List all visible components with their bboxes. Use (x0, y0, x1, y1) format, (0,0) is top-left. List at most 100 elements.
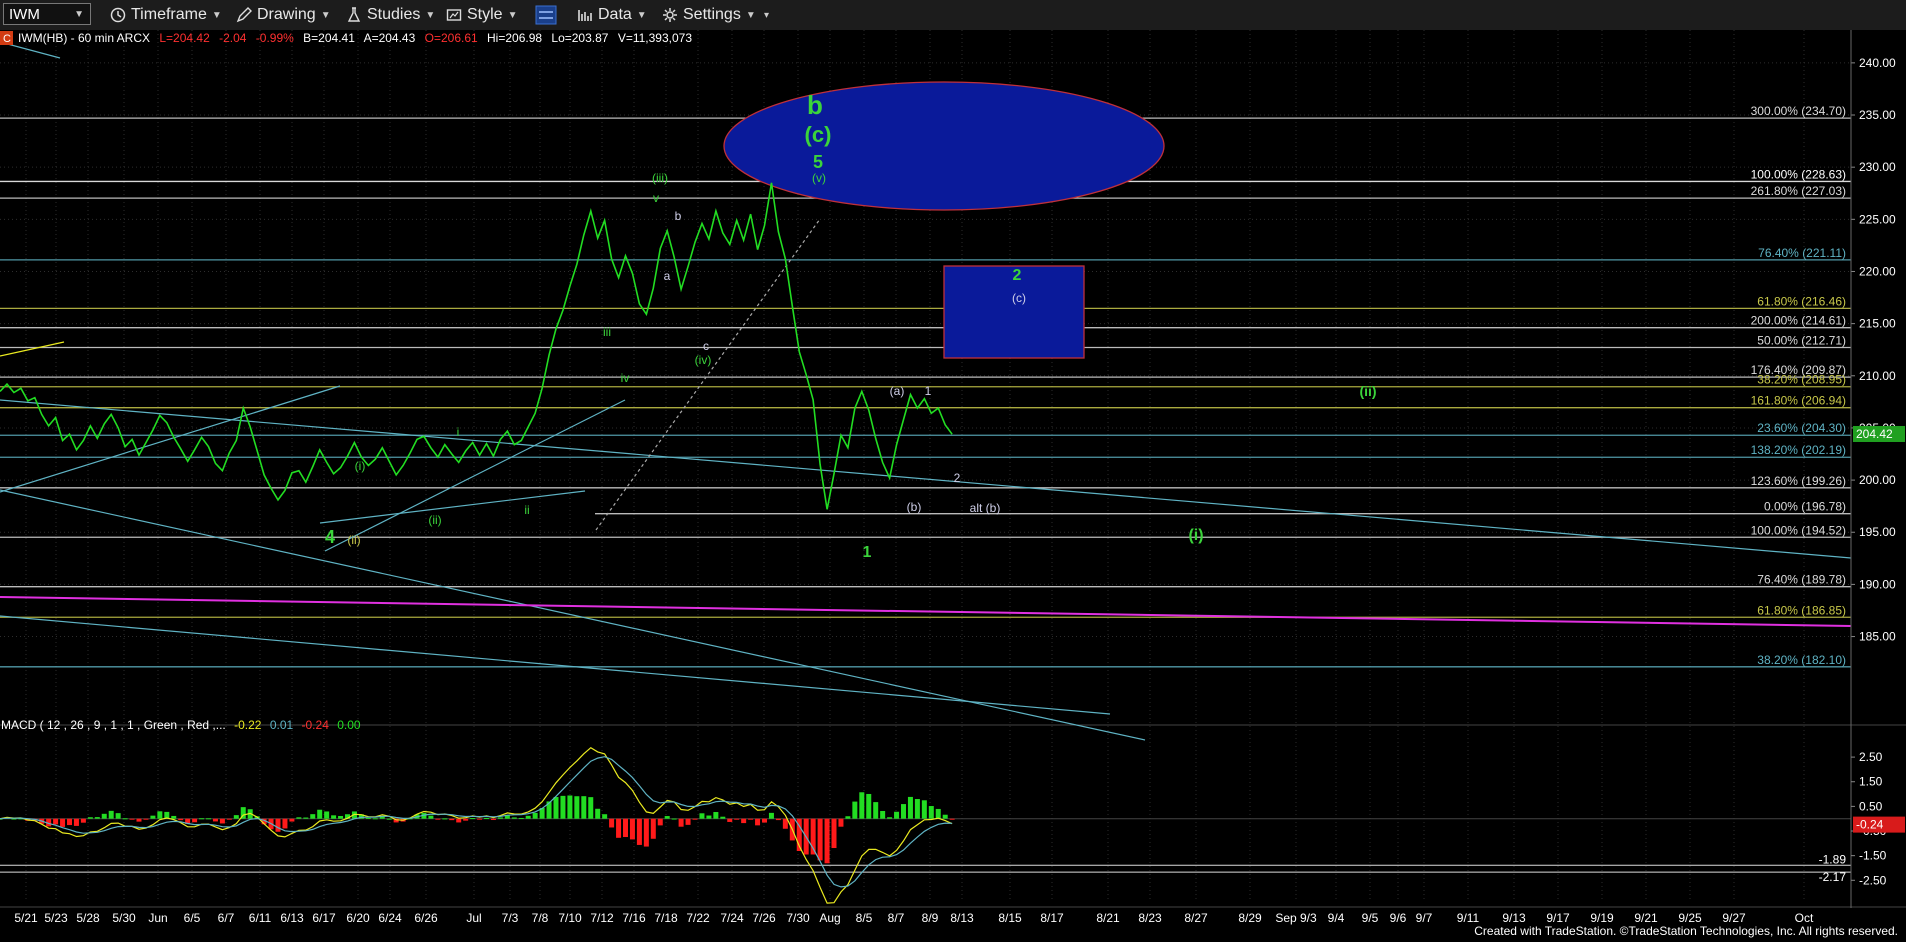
fib-label: 0.00% (196.78) (1764, 500, 1846, 514)
macd-histogram-bar (143, 818, 149, 820)
macd-histogram-bar (553, 797, 559, 819)
macd-histogram-bar (484, 818, 489, 820)
macd-histogram-bar (108, 810, 114, 819)
macd-histogram-bar (887, 817, 893, 819)
macd-histogram-bar (372, 818, 378, 820)
bar-chart-icon (578, 10, 592, 21)
time-tick-label: 6/7 (218, 911, 235, 925)
more-menu[interactable]: ▾ (764, 4, 769, 26)
symbol-input[interactable]: IWM ▼ (3, 3, 91, 25)
time-tick-label: 8/5 (856, 911, 873, 925)
macd-histogram-bar (866, 793, 872, 819)
macd-histogram-bar (845, 816, 851, 819)
macd-histogram-bar (477, 818, 483, 820)
wave-label: b (675, 209, 682, 223)
macd-histogram-bar (928, 806, 934, 819)
time-tick-label: Sep 9/3 (1275, 911, 1317, 925)
fib-label: 61.80% (216.46) (1757, 294, 1846, 308)
timeframe-button[interactable]: Timeframe ▼ (110, 4, 222, 26)
macd-histogram-bar (219, 818, 225, 824)
last-price-value: 204.42 (1856, 427, 1893, 441)
macd-histogram-bar (324, 811, 330, 819)
info-ask: A=204.43 (364, 31, 416, 45)
macd-histogram-bar (53, 818, 59, 825)
price-tick-label: 200.00 (1859, 473, 1896, 487)
fib-label: 50.00% (212.71) (1757, 334, 1846, 348)
time-tick-label: 6/5 (184, 911, 201, 925)
macd-histogram-bar (67, 818, 72, 826)
price-chart[interactable]: b(c)5(v)(iii)vbac(iv)iiiiviii(i)(ii)4 (ii… (0, 30, 1906, 942)
fib-label: 300.00% (234.70) (1751, 104, 1846, 118)
wave-label: (c) (805, 122, 832, 147)
macd-histogram-bar (907, 796, 913, 819)
time-tick-label: 6/17 (312, 911, 336, 925)
wave-label: 2 (1013, 267, 1022, 284)
macd-histogram-bar (490, 818, 496, 821)
macd-histogram-bar (178, 818, 184, 821)
wave-label: iii (603, 325, 611, 339)
macd-histogram-bar (678, 818, 684, 827)
macd-histogram-bar (768, 812, 774, 819)
macd-histogram-bar (115, 813, 121, 819)
fib-label: 38.20% (182.10) (1757, 653, 1846, 667)
macd-histogram-bar (233, 815, 239, 819)
time-tick-label: 8/23 (1138, 911, 1162, 925)
studies-label: Studies (367, 6, 421, 23)
info-high: Hi=206.98 (487, 31, 542, 45)
macd-histogram-bar (880, 810, 886, 819)
info-open: O=206.61 (425, 31, 478, 45)
studies-button[interactable]: Studies ▼ (346, 4, 435, 26)
settings-button[interactable]: Settings ▼ (662, 4, 756, 26)
macd-histogram-bar (317, 809, 323, 819)
macd-histogram-bar (60, 818, 66, 827)
macd-histogram-bar (699, 813, 705, 819)
drawing-label: Drawing (257, 6, 316, 23)
style-button[interactable]: Style ▼ (446, 4, 517, 26)
macd-histogram-bar (817, 818, 823, 861)
macd-histogram-bar (525, 815, 531, 819)
macd-histogram-bar (748, 818, 754, 820)
macd-histogram-bar (303, 817, 309, 819)
macd-histogram-bar (226, 818, 232, 820)
fib-label: 138.20% (202.19) (1751, 443, 1846, 457)
time-tick-label: Jun (148, 911, 167, 925)
macd-hist: -0.24 (302, 718, 330, 732)
macd-histogram-bar (275, 818, 281, 832)
macd-histogram-bar (365, 817, 371, 819)
wave-label: (a) (890, 384, 905, 398)
data-button[interactable]: Data ▼ (577, 4, 647, 26)
wave-label: ii (524, 503, 529, 517)
fib-label: 123.60% (199.26) (1751, 474, 1846, 488)
time-tick-label: 5/28 (76, 911, 100, 925)
fib-label: 100.00% (228.63) (1751, 167, 1846, 181)
info-volume: V=11,393,073 (618, 31, 693, 45)
wave-label: 1 (863, 544, 872, 561)
timeframe-label: Timeframe (131, 6, 207, 23)
layout-button[interactable] (535, 4, 557, 26)
info-low: Lo=203.87 (551, 31, 608, 45)
macd-histogram-bar (664, 816, 670, 819)
wave-label: v (653, 191, 659, 205)
toolbar: IWM ▼ Timeframe ▼ Drawing ▼ Studies ▼ St… (0, 0, 1906, 31)
macd-histogram-bar (456, 818, 462, 823)
time-tick-label: 7/3 (502, 911, 519, 925)
macd-histogram-bar (706, 815, 712, 819)
style-label: Style (467, 6, 503, 23)
macd-histogram-bar (741, 818, 747, 824)
macd-histogram-bar (282, 818, 288, 829)
chevron-down-icon: ▼ (507, 9, 518, 21)
macd-histogram-bar (532, 812, 538, 819)
fib-label: 100.00% (194.52) (1751, 523, 1846, 537)
macd-histogram-bar (949, 818, 955, 820)
time-tick-label: 6/20 (346, 911, 370, 925)
fib-label: 61.80% (186.85) (1757, 603, 1846, 617)
macd-histogram-bar (80, 818, 86, 823)
macd-name: MACD ( 12 , 26 , 9 , 1 , 1 , Green , Red… (1, 718, 226, 732)
macd-histogram-bar (150, 815, 156, 819)
macd-histogram-bar (838, 818, 844, 827)
chevron-down-icon[interactable]: ▼ (74, 9, 84, 20)
time-tick-label: 9/11 (1457, 911, 1480, 925)
macd-histogram-bar (497, 817, 503, 819)
drawing-button[interactable]: Drawing ▼ (236, 4, 331, 26)
macd-level-label: -1.89 (1819, 852, 1847, 866)
